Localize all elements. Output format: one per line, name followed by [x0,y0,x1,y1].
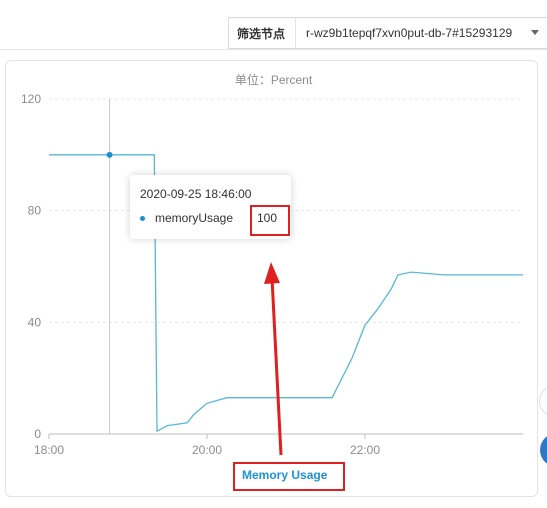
memory-usage-chart: 0 40 80 120 18:00 20:00 22:00 [21,92,523,457]
tooltip-series-name: memoryUsage [155,211,234,225]
hover-point [106,151,113,158]
tooltip-time: 2020-09-25 18:46:00 [140,187,252,201]
value-highlight-box [250,205,290,236]
x-tick-label: 20:00 [192,443,222,457]
annotation-arrow-head [264,262,280,284]
x-tick-label: 18:00 [34,443,64,457]
y-tick-label: 120 [21,92,41,106]
x-tick-label: 22:00 [350,443,380,457]
legend-highlight-box [233,462,345,491]
series-dot-icon [140,215,145,221]
annotation-arrow [270,277,283,456]
y-tick-label: 80 [28,204,42,218]
y-tick-label: 0 [34,427,41,441]
y-tick-label: 40 [28,315,42,329]
